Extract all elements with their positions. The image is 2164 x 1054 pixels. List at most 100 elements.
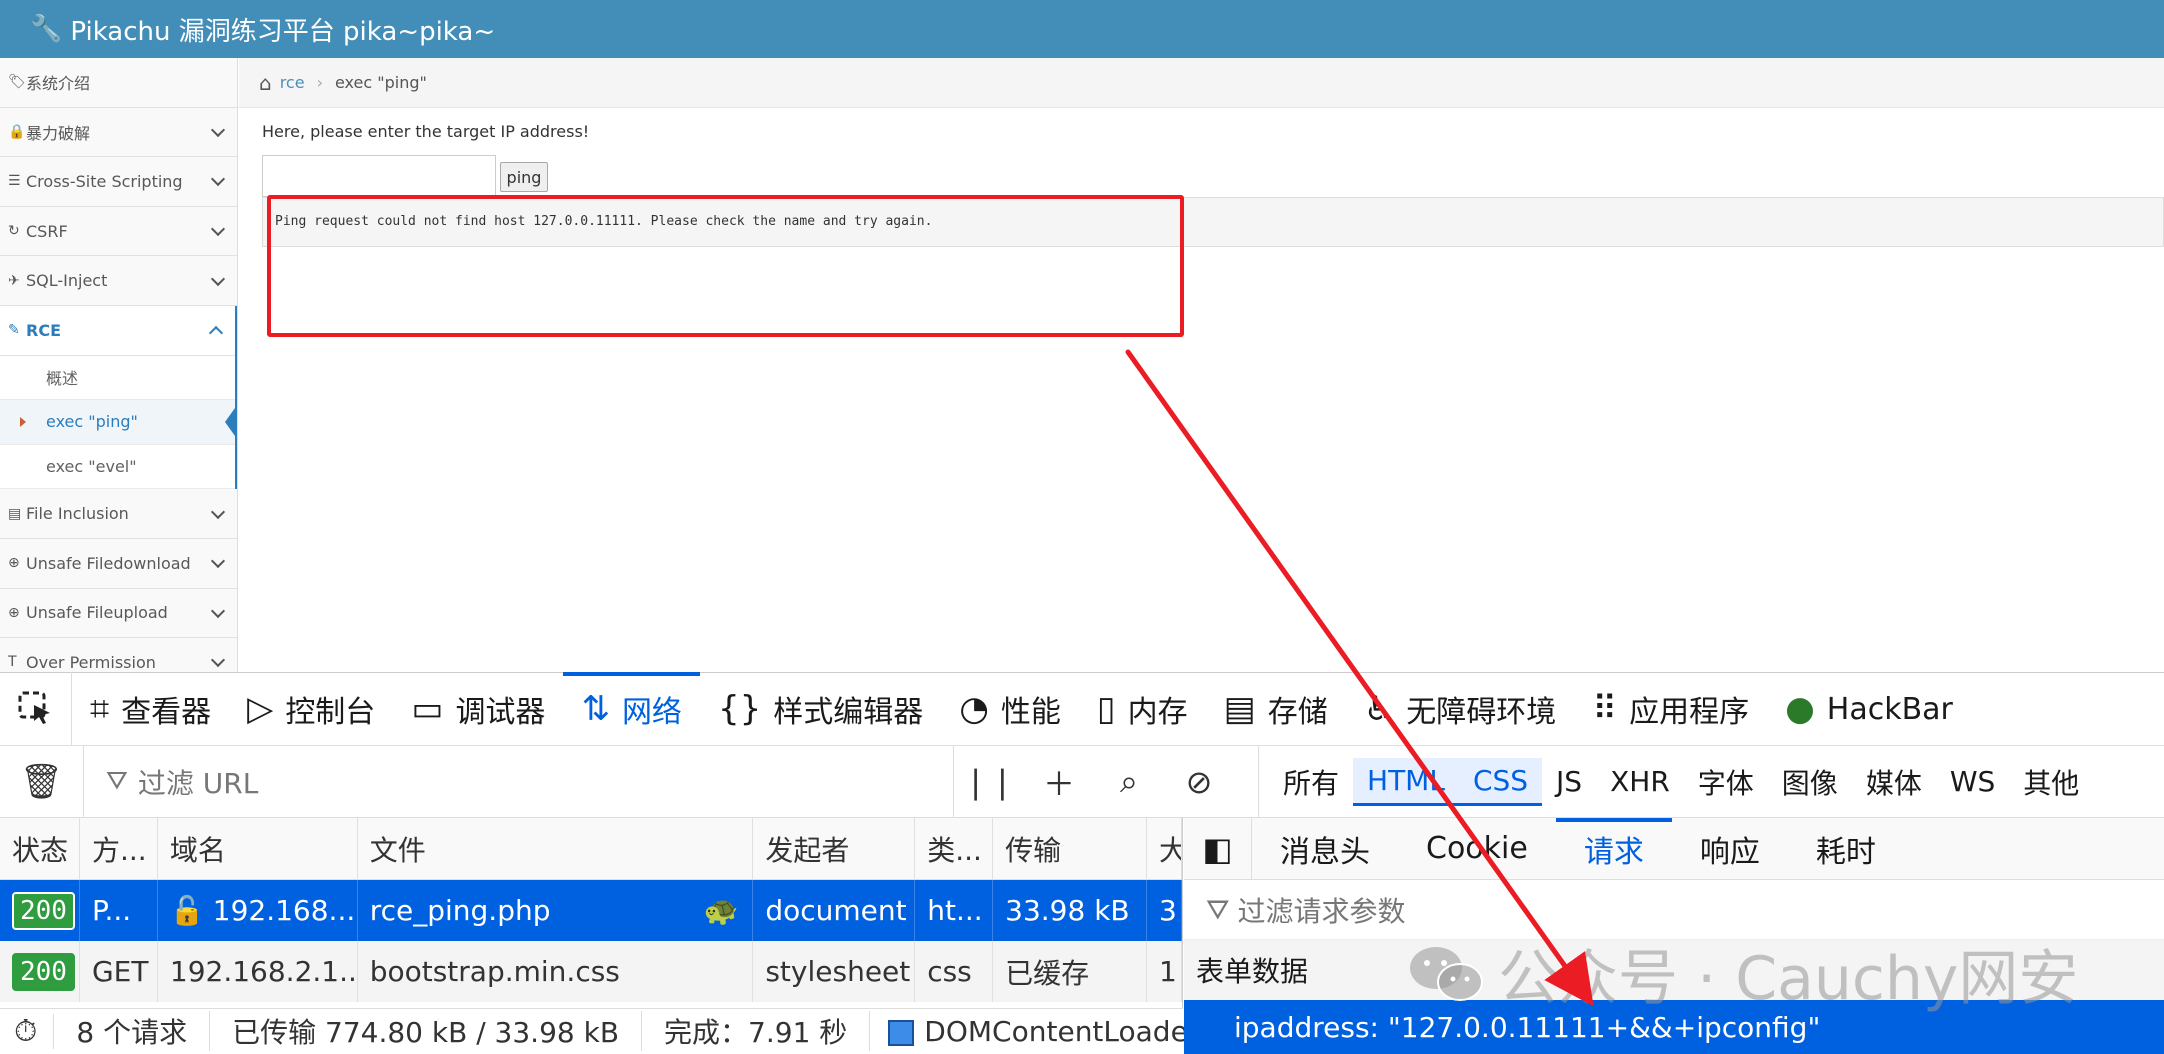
funnel-icon: ⛛ bbox=[1206, 892, 1230, 926]
tab-network[interactable]: ⇅ 网络 bbox=[563, 672, 700, 746]
breadcrumb-link-rce[interactable]: rce bbox=[280, 73, 305, 92]
console-icon: ▷ bbox=[247, 689, 274, 729]
search-icon[interactable]: ⌕ bbox=[1094, 762, 1164, 801]
tab-label: 查看器 bbox=[121, 695, 212, 730]
status-cell: 200 bbox=[0, 941, 80, 1002]
clear-trash-icon[interactable]: 🗑 bbox=[0, 745, 84, 818]
file-text: rce_ping.php bbox=[369, 894, 551, 927]
sidebar-item-unsafe-fileupload[interactable]: ⊕ Unsafe Fileupload bbox=[0, 588, 237, 639]
method-cell: GET bbox=[80, 941, 158, 1002]
sidebar-item-file-inclusion[interactable]: ▤ File Inclusion bbox=[0, 489, 237, 539]
tab-debugger[interactable]: ▭ 调试器 bbox=[393, 672, 563, 746]
sidebar-item-rce[interactable]: ✎ RCE bbox=[0, 305, 235, 356]
accessibility-icon: ♿ bbox=[1363, 689, 1395, 729]
performance-icon: ◔ bbox=[959, 689, 989, 729]
sidebar-item-intro[interactable]: 🏷 系统介绍 bbox=[0, 58, 237, 108]
sidebar-item-label: Over Permission bbox=[26, 652, 156, 672]
tab-accessibility[interactable]: ♿ 无障碍环境 bbox=[1346, 672, 1574, 746]
tab-inspector[interactable]: ⌗ 查看器 bbox=[72, 672, 229, 746]
network-status-bar: ⏱ 8 个请求 已传输 774.80 kB / 33.98 kB 完成：7.91… bbox=[0, 1008, 1206, 1053]
sidebar-item-over-permission[interactable]: T Over Permission bbox=[0, 638, 237, 672]
tab-cookie[interactable]: Cookie bbox=[1398, 818, 1556, 880]
file-cell: rce_ping.php 🐢 bbox=[358, 880, 754, 941]
storage-icon: ▤ bbox=[1223, 689, 1256, 729]
column-header-status[interactable]: 状态 bbox=[0, 818, 80, 879]
tab-response[interactable]: 响应 bbox=[1672, 818, 1788, 880]
filter-media[interactable]: 媒体 bbox=[1852, 756, 1936, 808]
table-row[interactable]: 200 GET 192.168.2.1... bootstrap.min.css… bbox=[0, 941, 1182, 1002]
tab-hackbar[interactable]: ● HackBar bbox=[1767, 672, 1971, 746]
tab-memory[interactable]: ▯ 内存 bbox=[1079, 672, 1206, 746]
chevron-down-icon bbox=[210, 603, 226, 618]
column-header-domain[interactable]: 域名 bbox=[158, 818, 358, 879]
tab-label: 无障碍环境 bbox=[1406, 695, 1557, 730]
breadcrumb-separator-icon: › bbox=[316, 73, 323, 92]
column-header-method[interactable]: 方... bbox=[80, 818, 158, 879]
chevron-down-icon bbox=[210, 222, 226, 237]
chevron-down-icon bbox=[210, 172, 226, 187]
hackbar-icon: ● bbox=[1785, 689, 1815, 729]
stopwatch-icon[interactable]: ⏱ bbox=[0, 1013, 55, 1049]
tab-performance[interactable]: ◔ 性能 bbox=[941, 672, 1079, 746]
tab-label: HackBar bbox=[1826, 691, 1953, 727]
filter-html[interactable]: HTML bbox=[1353, 757, 1459, 806]
column-header-transfer[interactable]: 传输 bbox=[993, 818, 1148, 879]
filter-all[interactable]: 所有 bbox=[1269, 756, 1353, 808]
sidebar-item-unsafe-filedownload[interactable]: ⊕ Unsafe Filedownload bbox=[0, 538, 237, 589]
inspector-icon: ⌗ bbox=[90, 689, 110, 729]
tab-console[interactable]: ▷ 控制台 bbox=[229, 672, 393, 746]
sidebar-subitem-exec-ping[interactable]: exec "ping" bbox=[0, 400, 235, 445]
element-picker-icon[interactable] bbox=[0, 672, 72, 746]
tab-application[interactable]: ⠿ 应用程序 bbox=[1574, 672, 1767, 746]
finish-time: 完成：7.91 秒 bbox=[642, 1011, 871, 1051]
funnel-icon: ⛛ bbox=[106, 766, 128, 796]
sidebar-item-label: Cross-Site Scripting bbox=[26, 171, 183, 191]
table-row[interactable]: 200 P... 🔓 192.168.... rce_ping.php 🐢 docu… bbox=[0, 880, 1183, 941]
pause-icon[interactable]: ❘❘ bbox=[954, 763, 1024, 801]
sidebar-item-csrf[interactable]: ↻ CSRF bbox=[0, 206, 237, 257]
column-header-type[interactable]: 类... bbox=[915, 818, 994, 879]
domain-cell: 🔓 192.168.... bbox=[158, 880, 358, 941]
filter-css[interactable]: CSS bbox=[1458, 757, 1543, 806]
tab-timings[interactable]: 耗时 bbox=[1788, 818, 1904, 880]
ip-address-input[interactable] bbox=[262, 155, 496, 197]
sidebar-subitem-overview[interactable]: 概述 bbox=[0, 355, 235, 401]
filter-images[interactable]: 图像 bbox=[1768, 756, 1852, 808]
filter-js[interactable]: JS bbox=[1542, 759, 1596, 804]
home-icon[interactable]: ⌂ bbox=[259, 71, 272, 95]
tab-headers[interactable]: 消息头 bbox=[1252, 818, 1398, 880]
transferred-size: 已传输 774.80 kB / 33.98 kB bbox=[210, 1011, 643, 1051]
ip-prompt-text: Here, please enter the target IP address… bbox=[262, 122, 590, 141]
sidebar-item-label: 系统介绍 bbox=[26, 74, 91, 94]
sidebar-subitem-exec-evel[interactable]: exec "evel" bbox=[0, 444, 235, 490]
sidebar-item-bruteforce[interactable]: 🔒 暴力破解 bbox=[0, 107, 237, 158]
column-header-initiator[interactable]: 发起者 bbox=[753, 818, 916, 879]
sidebar-subitem-label: exec "evel" bbox=[46, 457, 137, 477]
filter-other[interactable]: 其他 bbox=[2009, 756, 2093, 808]
add-icon[interactable]: ＋ bbox=[1024, 759, 1094, 805]
status-badge: 200 bbox=[12, 952, 75, 991]
sidebar-item-xss[interactable]: ☰ Cross-Site Scripting bbox=[0, 157, 237, 207]
debugger-icon: ▭ bbox=[411, 689, 444, 729]
transfer-cell: 33.98 kB bbox=[993, 880, 1148, 941]
tab-request[interactable]: 请求 bbox=[1555, 817, 1672, 880]
column-header-size[interactable]: 大 bbox=[1147, 818, 1182, 879]
filter-fonts[interactable]: 字体 bbox=[1684, 756, 1768, 808]
sidebar-item-sqli[interactable]: ✈ SQL-Inject bbox=[0, 256, 237, 306]
tab-storage[interactable]: ▤ 存储 bbox=[1206, 672, 1346, 746]
size-cell: 1 bbox=[1147, 941, 1182, 1002]
filter-url-input[interactable]: ⛛ 过滤 URL bbox=[84, 745, 954, 818]
column-header-file[interactable]: 文件 bbox=[358, 818, 754, 879]
toggle-panel-icon[interactable]: ◧ bbox=[1184, 817, 1252, 880]
transfer-cell: 已缓存 bbox=[993, 941, 1148, 1002]
tab-style-editor[interactable]: {} 样式编辑器 bbox=[700, 672, 941, 746]
block-icon[interactable]: ⊘ bbox=[1164, 763, 1234, 801]
ping-button[interactable]: ping bbox=[500, 162, 548, 192]
dcl-swatch bbox=[888, 1019, 915, 1046]
filter-ws[interactable]: WS bbox=[1936, 759, 2009, 804]
filter-xhr[interactable]: XHR bbox=[1596, 759, 1684, 804]
type-filter-bar: 所有 HTML CSS JS XHR 字体 图像 媒体 WS 其他 bbox=[1258, 745, 2093, 818]
plane-icon: ✈ bbox=[8, 272, 20, 289]
chevron-down-icon bbox=[210, 653, 226, 668]
type-cell: ht... bbox=[915, 880, 994, 941]
